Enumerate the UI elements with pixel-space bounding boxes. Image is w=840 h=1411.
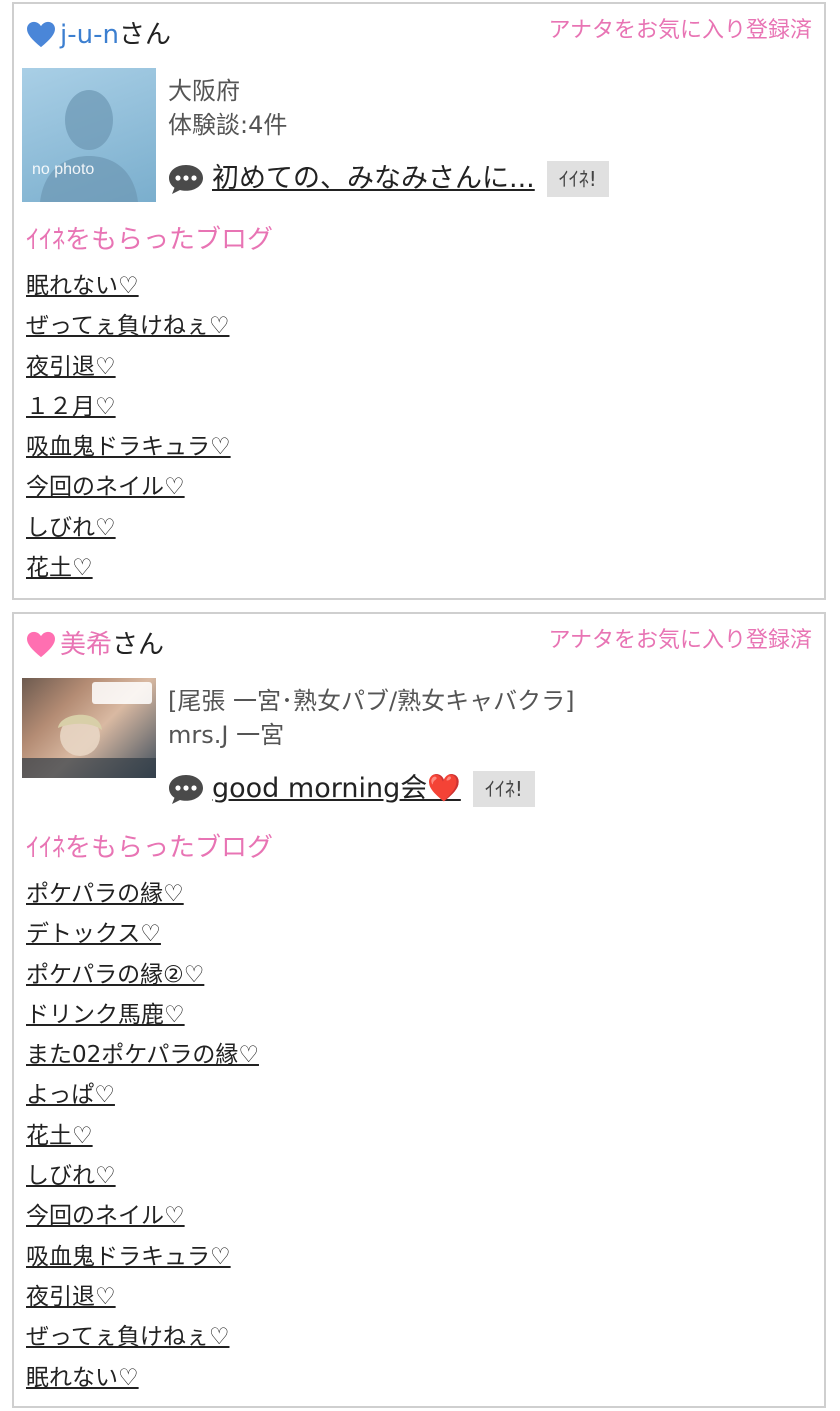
blog-link[interactable]: 夜引退♡: [26, 354, 116, 380]
user-card-miki: 美希 さん アナタをお気に入り登録済 [尾張 一宮･熟女パブ/熟女キャバクラ] …: [12, 612, 826, 1408]
user-card-jun: j-u-n さん アナタをお気に入り登録済 no photo 大阪府 体験談:4…: [12, 2, 826, 600]
heart-icon: [27, 631, 55, 658]
blog-link[interactable]: ぜってぇ負けねぇ♡: [26, 313, 229, 339]
like-button[interactable]: ｲｲﾈ!: [546, 161, 609, 197]
list-item: ぜってぇ負けねぇ♡: [26, 306, 231, 346]
no-photo-text: no photo: [32, 161, 94, 178]
favorite-status: アナタをお気に入り登録済: [548, 18, 812, 43]
list-item: しびれ♡: [26, 1156, 259, 1196]
honorific: さん: [112, 630, 165, 660]
avatar[interactable]: no photo: [22, 68, 156, 202]
list-item: 今回のネイル♡: [26, 467, 231, 507]
honorific: さん: [118, 20, 171, 50]
blog-link[interactable]: 眠れない♡: [26, 1365, 139, 1391]
user-name[interactable]: j-u-n: [60, 18, 119, 52]
list-item: よっぱ♡: [26, 1075, 259, 1115]
list-item: また02ポケパラの縁♡: [26, 1035, 259, 1075]
blog-link[interactable]: ぜってぇ負けねぇ♡: [26, 1324, 229, 1350]
blog-link[interactable]: 花土♡: [26, 1123, 93, 1149]
info-line: 体験談:4件: [168, 111, 288, 139]
list-item: デトックス♡: [26, 914, 259, 954]
blog-link[interactable]: デトックス♡: [26, 921, 161, 947]
avatar[interactable]: [22, 678, 156, 778]
list-item: しびれ♡: [26, 508, 231, 548]
comment-link[interactable]: good morning会❤️: [212, 770, 461, 808]
list-item: 夜引退♡: [26, 1277, 259, 1317]
info-line: 大阪府: [168, 77, 240, 105]
blog-link[interactable]: 花土♡: [26, 555, 93, 581]
comment-link[interactable]: 初めての、みなみさんに...: [212, 160, 535, 198]
blog-link[interactable]: また02ポケパラの縁♡: [26, 1042, 259, 1068]
blog-link[interactable]: 眠れない♡: [26, 273, 139, 299]
liked-blogs-list: ポケパラの縁♡ デトックス♡ ポケパラの縁②♡ ドリンク馬鹿♡ また02ポケパラ…: [26, 874, 259, 1398]
blog-link[interactable]: 吸血鬼ドラキュラ♡: [26, 1244, 231, 1270]
list-item: 今回のネイル♡: [26, 1196, 259, 1236]
list-item: ドリンク馬鹿♡: [26, 995, 259, 1035]
list-item: 吸血鬼ドラキュラ♡: [26, 427, 231, 467]
blog-link[interactable]: 吸血鬼ドラキュラ♡: [26, 434, 231, 460]
blog-link[interactable]: ドリンク馬鹿♡: [26, 1002, 185, 1028]
blog-link[interactable]: １２月♡: [26, 394, 116, 420]
latest-comment: 初めての、みなみさんに... ｲｲﾈ!: [168, 160, 609, 198]
list-item: 吸血鬼ドラキュラ♡: [26, 1237, 259, 1277]
blog-link[interactable]: 今回のネイル♡: [26, 1203, 185, 1229]
blog-link[interactable]: 今回のネイル♡: [26, 474, 185, 500]
user-photo: [22, 682, 156, 778]
user-name-row[interactable]: 美希 さん: [26, 628, 164, 662]
list-item: 眠れない♡: [26, 1358, 259, 1398]
liked-blogs-heading: ｲｲﾈをもらったブログ: [26, 225, 274, 255]
blog-link[interactable]: よっぱ♡: [26, 1082, 115, 1108]
blog-link[interactable]: 夜引退♡: [26, 1284, 116, 1310]
user-info: 大阪府 体験談:4件: [168, 74, 287, 142]
shop-info: [尾張 一宮･熟女パブ/熟女キャバクラ] mrs.J 一宮: [168, 684, 574, 752]
blog-link[interactable]: ポケパラの縁♡: [26, 881, 184, 907]
info-line: [尾張 一宮･熟女パブ/熟女キャバクラ]: [168, 687, 575, 715]
list-item: ぜってぇ負けねぇ♡: [26, 1317, 259, 1357]
blog-link[interactable]: ポケパラの縁②♡: [26, 962, 204, 988]
info-line: mrs.J 一宮: [168, 721, 285, 749]
blog-link[interactable]: しびれ♡: [26, 1163, 116, 1189]
list-item: 花土♡: [26, 1116, 259, 1156]
person-silhouette-icon: no photo: [32, 90, 138, 202]
list-item: 花土♡: [26, 548, 231, 588]
list-item: １２月♡: [26, 387, 231, 427]
heart-icon: [27, 21, 55, 48]
speech-bubble-icon: [169, 165, 203, 194]
list-item: 夜引退♡: [26, 347, 231, 387]
liked-blogs-heading: ｲｲﾈをもらったブログ: [26, 833, 274, 863]
list-item: ポケパラの縁♡: [26, 874, 259, 914]
user-name[interactable]: 美希: [60, 628, 112, 662]
list-item: 眠れない♡: [26, 266, 231, 306]
favorite-status: アナタをお気に入り登録済: [548, 628, 812, 653]
like-button[interactable]: ｲｲﾈ!: [472, 771, 535, 807]
user-name-row[interactable]: j-u-n さん: [26, 18, 171, 52]
blog-link[interactable]: しびれ♡: [26, 515, 116, 541]
list-item: ポケパラの縁②♡: [26, 955, 259, 995]
liked-blogs-list: 眠れない♡ ぜってぇ負けねぇ♡ 夜引退♡ １２月♡ 吸血鬼ドラキュラ♡ 今回のネ…: [26, 266, 231, 588]
speech-bubble-icon: [169, 775, 203, 804]
latest-comment: good morning会❤️ ｲｲﾈ!: [168, 770, 535, 808]
